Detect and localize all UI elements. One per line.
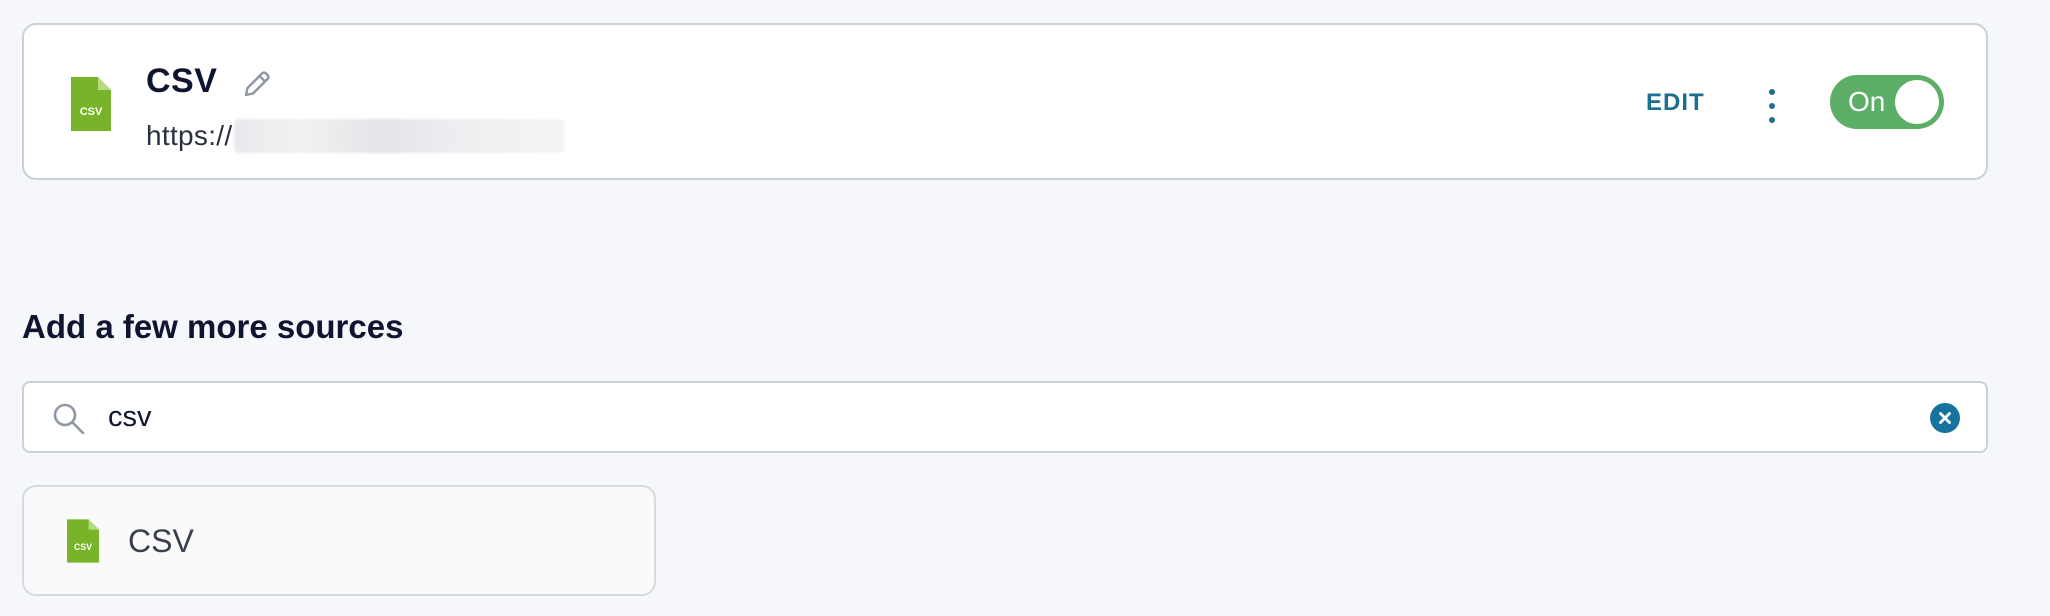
source-result-label: CSV [128, 523, 194, 559]
csv-file-icon: CSV [71, 77, 111, 131]
source-search-box [22, 381, 1988, 453]
add-sources-heading: Add a few more sources [22, 308, 404, 345]
csv-icon-text: CSV [80, 106, 103, 118]
clear-search-icon[interactable] [1930, 403, 1960, 433]
kebab-dot [1769, 117, 1775, 123]
toggle-label: On [1848, 86, 1886, 117]
source-url-prefix: https:// [146, 120, 233, 151]
search-input[interactable] [108, 395, 1888, 439]
more-options-icon[interactable] [1762, 89, 1782, 123]
search-icon [53, 403, 85, 435]
source-result-tile[interactable]: CSV CSV [22, 485, 656, 596]
toggle-knob [1895, 80, 1939, 124]
source-title: CSV [146, 62, 218, 100]
pencil-icon[interactable] [238, 67, 274, 103]
csv-file-icon: CSV [67, 519, 99, 563]
edit-button[interactable]: EDIT [1646, 89, 1705, 117]
source-enabled-toggle[interactable]: On [1830, 75, 1944, 129]
source-url-redacted [234, 119, 565, 153]
kebab-dot [1769, 89, 1775, 95]
connected-source-card: CSV CSV https:// EDIT On [22, 23, 1988, 180]
source-url: https:// [146, 116, 565, 156]
kebab-dot [1769, 103, 1775, 109]
csv-icon-text: CSV [74, 542, 92, 552]
